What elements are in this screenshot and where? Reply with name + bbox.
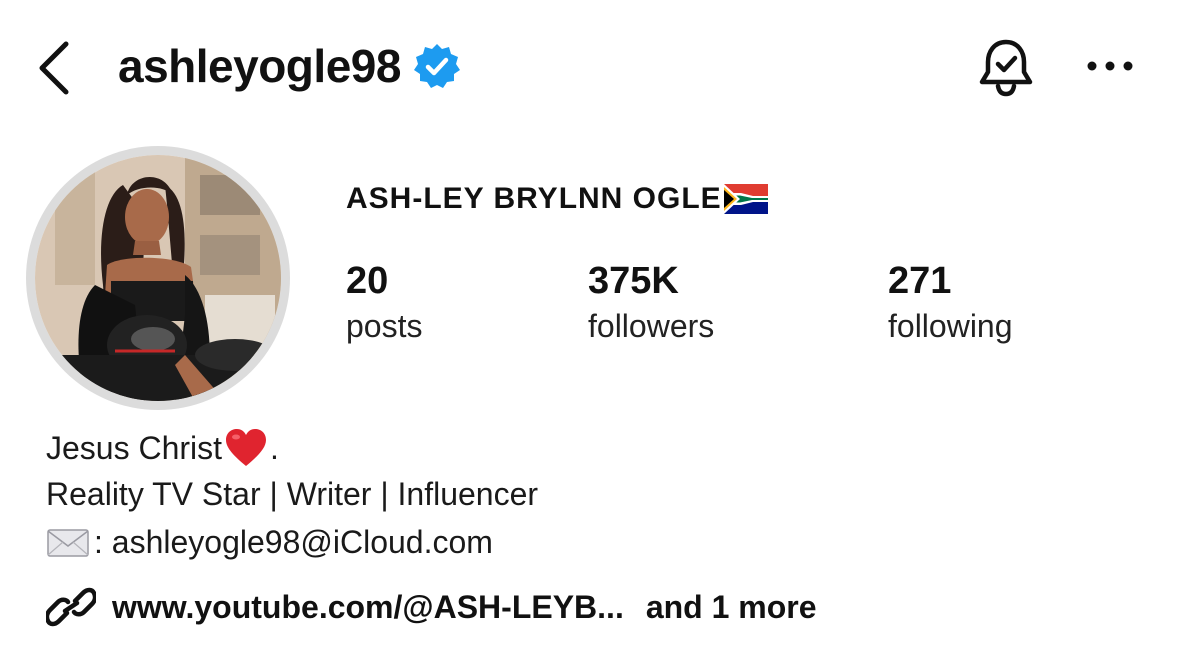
profile-avatar[interactable] xyxy=(26,146,290,410)
profile-page: ashleyogle98 ASH-LEY BRYLNN OGLE 20 post… xyxy=(0,0,1200,672)
profile-full-name: ASH-LEY BRYLNN OGLE xyxy=(346,182,768,216)
back-chevron-icon xyxy=(39,41,69,95)
username: ashleyogle98 xyxy=(118,40,401,92)
bio-line-1: Jesus Christ . xyxy=(46,428,279,468)
bio-line-2: Reality TV Star | Writer | Influencer xyxy=(46,476,539,512)
verified-badge-icon xyxy=(413,42,461,90)
bio-line-1-text: Jesus Christ xyxy=(46,429,223,466)
link-icon xyxy=(44,584,98,630)
posts-stat[interactable]: 20 posts xyxy=(346,258,422,348)
posts-count: 20 xyxy=(346,260,389,302)
following-label: following xyxy=(888,308,1013,344)
notification-button[interactable] xyxy=(974,36,1038,100)
avatar-photo xyxy=(35,155,281,401)
notification-bell-icon xyxy=(979,39,1033,97)
bio-line-3: : ashleyogle98@iCloud.com xyxy=(46,524,493,561)
link-url[interactable]: www.youtube.com/@ASH-LEYB... xyxy=(112,589,624,626)
following-count: 271 xyxy=(888,260,952,302)
bio-line-1-suffix: . xyxy=(270,429,279,466)
south-africa-flag-icon xyxy=(723,184,768,214)
envelope-icon xyxy=(46,527,90,559)
followers-count: 375K xyxy=(588,260,679,302)
contact-email[interactable]: : ashleyogle98@iCloud.com xyxy=(94,524,493,561)
link-more[interactable]: and 1 more xyxy=(646,589,817,626)
followers-stat[interactable]: 375K followers xyxy=(588,258,714,348)
header-title: ashleyogle98 xyxy=(118,34,461,98)
following-stat[interactable]: 271 following xyxy=(888,258,1013,348)
more-options-button[interactable] xyxy=(1080,44,1140,88)
more-options-icon xyxy=(1087,61,1133,71)
full-name-text: ASH-LEY BRYLNN OGLE xyxy=(346,182,722,215)
red-heart-icon xyxy=(224,428,268,468)
back-button[interactable] xyxy=(30,36,80,96)
posts-label: posts xyxy=(346,308,423,344)
followers-label: followers xyxy=(588,308,715,344)
profile-links[interactable]: www.youtube.com/@ASH-LEYB... and 1 more xyxy=(44,584,817,630)
